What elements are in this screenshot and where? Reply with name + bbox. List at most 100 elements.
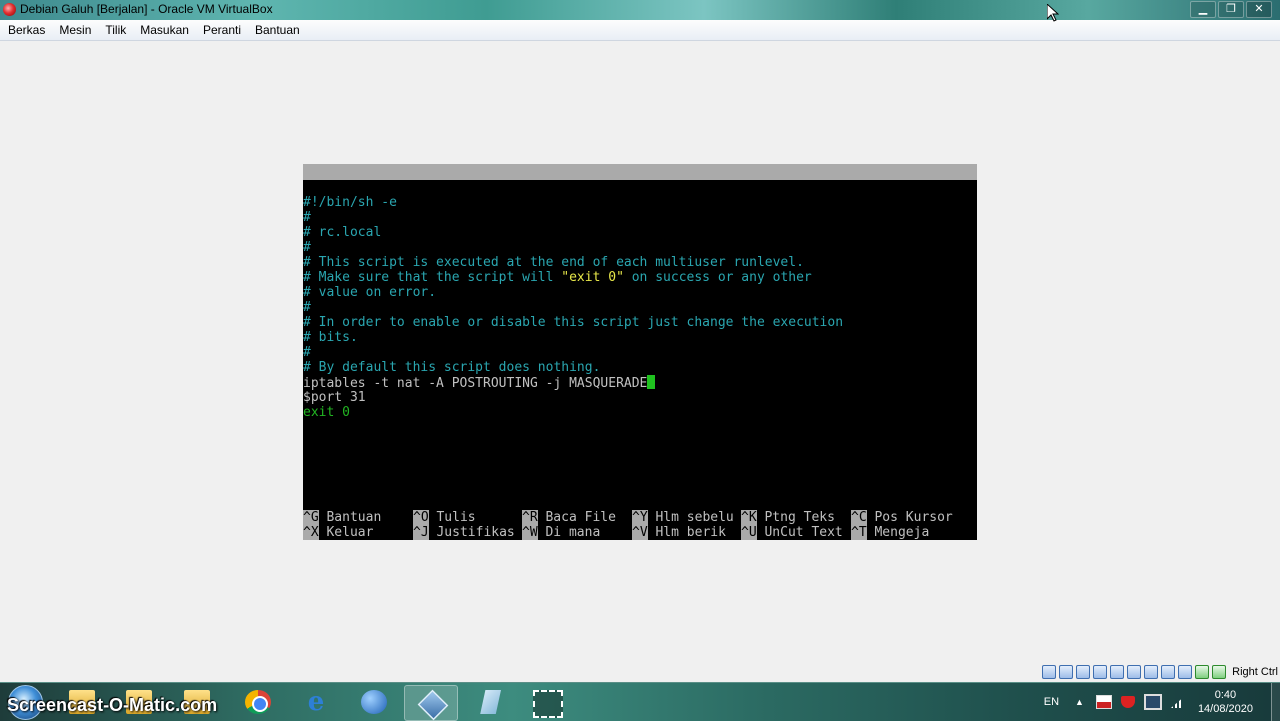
snipping-tool-icon bbox=[533, 690, 563, 718]
shortcut-label: Bantuan bbox=[318, 510, 382, 525]
shortcut-key: ^R bbox=[522, 510, 538, 525]
shortcut-prev-page[interactable]: ^Y Hlm sebelu bbox=[632, 510, 734, 525]
clock-date: 14/08/2020 bbox=[1197, 703, 1253, 715]
buffer-line: # bbox=[303, 240, 311, 255]
network-icon[interactable] bbox=[1093, 665, 1108, 679]
close-button[interactable]: ✕ bbox=[1246, 1, 1272, 18]
nano-version: GNU nano 2.2.6 bbox=[319, 180, 429, 195]
menu-masukan[interactable]: Masukan bbox=[133, 20, 196, 40]
taskbar-moon-app[interactable] bbox=[348, 685, 400, 719]
display-icon[interactable] bbox=[1144, 665, 1159, 679]
shortcut-write[interactable]: ^O Tulis bbox=[413, 510, 476, 525]
comment-text: on success or any other bbox=[623, 270, 812, 285]
buffer-line: exit 0 bbox=[303, 405, 350, 420]
taskbar-virtualbox[interactable] bbox=[404, 685, 458, 721]
shortcut-label: Pos Kursor bbox=[866, 510, 953, 525]
virtualization-icon[interactable] bbox=[1178, 665, 1193, 679]
file-app-icon bbox=[480, 690, 501, 714]
maximize-button[interactable]: ❐ bbox=[1218, 1, 1244, 18]
shortcut-label: Baca File bbox=[537, 510, 616, 525]
shortcut-key: ^Y bbox=[632, 510, 648, 525]
shortcut-key: ^K bbox=[741, 510, 757, 525]
menu-peranti[interactable]: Peranti bbox=[196, 20, 248, 40]
buffer-line: # bits. bbox=[303, 330, 358, 345]
shortcut-key: ^X bbox=[303, 525, 319, 540]
host-key-icon[interactable] bbox=[1212, 665, 1227, 679]
string-literal: "exit 0" bbox=[561, 270, 624, 285]
comment-text: # Make sure that the script will bbox=[303, 270, 562, 285]
shortcut-where-is[interactable]: ^W Di mana bbox=[522, 525, 600, 540]
shortcut-label: Mengeja bbox=[866, 525, 930, 540]
taskbar-file-app[interactable] bbox=[462, 685, 514, 719]
host-key-label: Right Ctrl bbox=[1232, 666, 1278, 678]
menu-bantuan[interactable]: Bantuan bbox=[248, 20, 307, 40]
shortcut-label: Hlm sebelu bbox=[647, 510, 734, 525]
shortcut-key: ^W bbox=[522, 525, 538, 540]
action-center-flag-icon[interactable] bbox=[1095, 695, 1112, 709]
command-text: iptables -t nat -A POSTROUTING -j MASQUE… bbox=[303, 376, 648, 391]
windows-taskbar: Screencast-O-Matic.com e EN ▲ 0:40 14/08… bbox=[0, 682, 1280, 721]
vm-console-screen[interactable]: GNU nano 2.2.6 File: /etc/rc.local Modif… bbox=[303, 164, 977, 540]
buffer-line: # bbox=[303, 300, 311, 315]
shortcut-label: Di mana bbox=[537, 525, 601, 540]
nano-editor-buffer[interactable]: #!/bin/sh -e # # rc.local # # This scrip… bbox=[303, 195, 977, 420]
show-desktop-button[interactable] bbox=[1271, 683, 1280, 721]
shortcut-key: ^U bbox=[741, 525, 757, 540]
shortcut-help[interactable]: ^G Bantuan bbox=[303, 510, 381, 525]
shortcut-key: ^J bbox=[413, 525, 429, 540]
shortcut-row: ^X Keluar ^J Justifikas ^W Di mana ^V Hl… bbox=[303, 525, 977, 540]
shortcut-row: ^G Bantuan ^O Tulis ^R Baca File ^Y Hlm … bbox=[303, 510, 977, 525]
buffer-line: # bbox=[303, 345, 311, 360]
buffer-line-current: iptables -t nat -A POSTROUTING -j MASQUE… bbox=[303, 375, 977, 391]
shortcut-key: ^O bbox=[413, 510, 429, 525]
shortcut-uncut-text[interactable]: ^U UnCut Text bbox=[741, 525, 843, 540]
shortcut-next-page[interactable]: ^V Hlm berik bbox=[632, 525, 726, 540]
shortcut-key: ^V bbox=[632, 525, 648, 540]
buffer-line: #!/bin/sh -e bbox=[303, 195, 397, 210]
video-capture-icon[interactable] bbox=[1161, 665, 1176, 679]
system-clock[interactable]: 0:40 14/08/2020 bbox=[1198, 688, 1253, 716]
mouse-integration-icon[interactable] bbox=[1195, 665, 1210, 679]
shortcut-label: Keluar bbox=[318, 525, 374, 540]
screencast-watermark: Screencast-O-Matic.com bbox=[7, 695, 218, 715]
window-title: Debian Galuh [Berjalan] - Oracle VM Virt… bbox=[20, 2, 273, 16]
hard-disk-icon[interactable] bbox=[1042, 665, 1057, 679]
shortcut-exit[interactable]: ^X Keluar bbox=[303, 525, 373, 540]
shortcut-justify[interactable]: ^J Justifikas bbox=[413, 525, 515, 540]
shortcut-label: UnCut Text bbox=[756, 525, 843, 540]
shortcut-cursor-pos[interactable]: ^C Pos Kursor bbox=[851, 510, 953, 525]
taskbar-chrome[interactable] bbox=[232, 685, 284, 719]
shortcut-read-file[interactable]: ^R Baca File bbox=[522, 510, 616, 525]
taskbar-snipping-tool[interactable] bbox=[520, 685, 572, 719]
show-hidden-icons-icon[interactable]: ▲ bbox=[1075, 697, 1084, 707]
shortcut-label: Hlm berik bbox=[647, 525, 726, 540]
optical-drive-icon[interactable] bbox=[1059, 665, 1074, 679]
menu-mesin[interactable]: Mesin bbox=[52, 20, 98, 40]
shared-folder-icon[interactable] bbox=[1127, 665, 1142, 679]
internet-explorer-icon: e bbox=[307, 687, 325, 717]
network-signal-icon[interactable] bbox=[1170, 696, 1185, 708]
language-indicator[interactable]: EN bbox=[1044, 696, 1059, 708]
vbox-status-bar: Right Ctrl bbox=[1018, 662, 1280, 682]
display-tray-icon[interactable] bbox=[1143, 694, 1162, 710]
system-tray: EN ▲ 0:40 14/08/2020 bbox=[1044, 683, 1280, 721]
audio-icon[interactable] bbox=[1076, 665, 1091, 679]
usb-icon[interactable] bbox=[1110, 665, 1125, 679]
shortcut-spell-check[interactable]: ^T Mengeja bbox=[851, 525, 929, 540]
buffer-line: # bbox=[303, 210, 311, 225]
security-shield-icon[interactable] bbox=[1120, 696, 1135, 708]
menu-tilik[interactable]: Tilik bbox=[98, 20, 133, 40]
window-title-bar[interactable]: Debian Galuh [Berjalan] - Oracle VM Virt… bbox=[0, 0, 1280, 20]
nano-header-bar: GNU nano 2.2.6 File: /etc/rc.local Modif… bbox=[303, 164, 977, 227]
minimize-button[interactable]: ▁ bbox=[1190, 1, 1216, 18]
buffer-line: # value on error. bbox=[303, 285, 437, 300]
buffer-line: # Make sure that the script will "exit 0… bbox=[303, 270, 977, 285]
chrome-icon bbox=[245, 690, 271, 714]
menu-berkas[interactable]: Berkas bbox=[0, 20, 52, 40]
taskbar-internet-explorer[interactable]: e bbox=[290, 685, 342, 719]
window-controls: ▁ ❐ ✕ bbox=[1190, 1, 1272, 18]
virtualbox-icon bbox=[417, 689, 449, 721]
shortcut-key: ^G bbox=[303, 510, 319, 525]
shortcut-cut-text[interactable]: ^K Ptng Teks bbox=[741, 510, 835, 525]
buffer-line: # This script is executed at the end of … bbox=[303, 255, 804, 270]
